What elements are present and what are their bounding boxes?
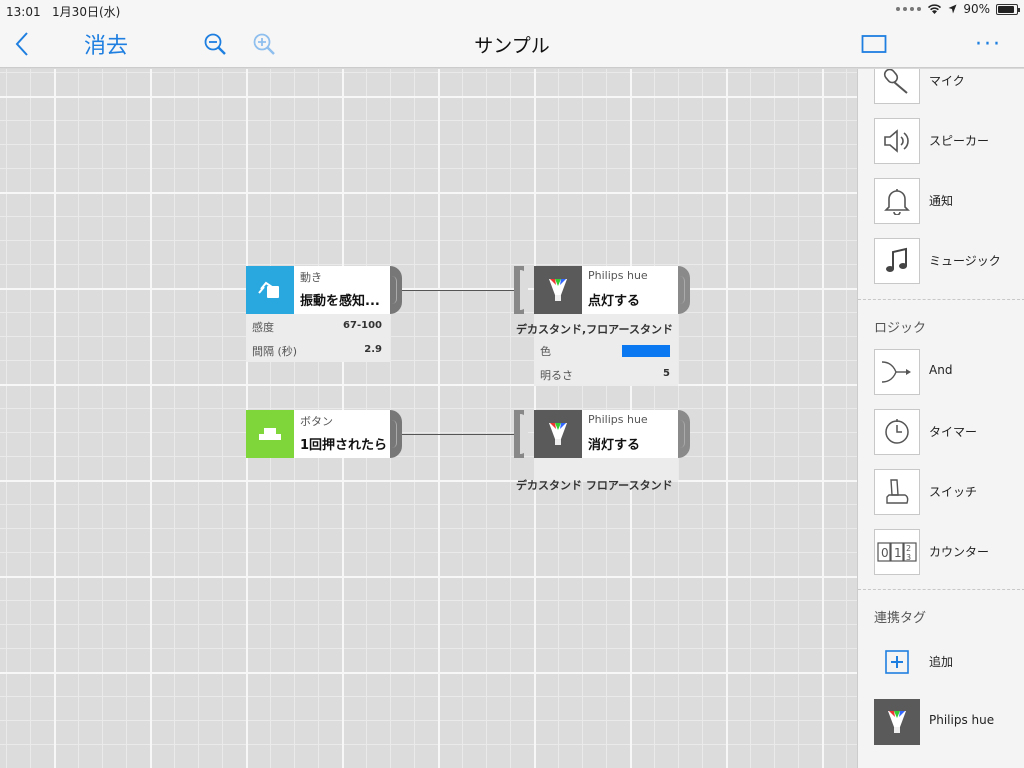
palette-item-label: スピーカー: [929, 134, 990, 148]
wifi-icon: [928, 4, 942, 14]
section-title-linked-tags: 連携タグ: [874, 611, 927, 626]
button-trigger-block[interactable]: ボタン 1回押されたら: [246, 410, 390, 458]
palette-item-label: 通知: [929, 194, 954, 208]
flow-canvas[interactable]: 動き 振動を感知... 感度 67-100 間隔 (秒) 2.9 Philips h…: [0, 69, 857, 768]
section-divider: [858, 299, 1024, 300]
zoom-out-button[interactable]: [203, 20, 227, 68]
palette-item-label: タイマー: [929, 425, 978, 439]
param-row: 色: [534, 338, 678, 362]
palette-item-and[interactable]: And: [858, 342, 1024, 402]
zoom-in-icon: [253, 33, 275, 55]
palette-item-counter[interactable]: 0123 カウンター: [858, 522, 1024, 582]
hue-on-action-block[interactable]: Philips hue 点灯する 色 明るさ 5: [534, 266, 678, 386]
status-time: 13:01 1月30日(水): [6, 5, 121, 19]
palette-item-timer[interactable]: タイマー: [858, 402, 1024, 462]
output-port[interactable]: [390, 410, 402, 458]
push-button-icon: [259, 428, 281, 440]
section-title-logic: ロジック: [874, 321, 927, 336]
switch-lever-icon: [886, 479, 909, 504]
device-label: デカスタンド,フロアースタンド: [516, 323, 673, 336]
palette-item-philips-hue[interactable]: Philips hue: [858, 692, 1024, 752]
palette-item-label: マイク: [929, 74, 965, 88]
location-arrow-icon: [948, 4, 957, 14]
block-palette-sidebar[interactable]: マイク スピーカー 通知 ミュージック ロジック And タイマー スイッチ 0…: [857, 69, 1024, 768]
svg-text:0: 0: [881, 546, 889, 560]
vibration-icon: [258, 281, 279, 298]
block-name: 点灯する: [588, 294, 641, 309]
device-label: デカスタンド フロアースタンド: [516, 479, 673, 492]
palette-item-label: Philips hue: [929, 713, 995, 727]
clear-button[interactable]: 消去: [84, 20, 128, 68]
add-tag-label: 追加: [929, 655, 954, 669]
hue-off-action-block[interactable]: Philips hue 消灯する: [534, 410, 678, 482]
param-row: 感度 67-100: [252, 320, 382, 334]
block-name: 振動を感知...: [300, 294, 380, 309]
connection-wire: [402, 434, 516, 435]
plus-square-icon: [885, 650, 909, 674]
connection-wire: [402, 290, 516, 291]
counter-icon: 0 1 23: [877, 542, 917, 562]
block-name: 消灯する: [588, 438, 641, 453]
add-tag-button[interactable]: 追加: [858, 632, 1024, 692]
output-port[interactable]: [390, 266, 402, 314]
motion-trigger-block[interactable]: 動き 振動を感知... 感度 67-100 間隔 (秒) 2.9: [246, 266, 390, 362]
view-toggle-button[interactable]: [861, 20, 887, 68]
palette-item-microphone[interactable]: マイク: [858, 69, 1024, 111]
palette-item-label: スイッチ: [929, 485, 978, 499]
chevron-left-icon: [15, 32, 28, 56]
param-row: 間隔 (秒) 2.9: [252, 344, 382, 358]
param-row: 明るさ 5: [540, 368, 670, 382]
palette-item-label: カウンター: [929, 545, 990, 559]
more-options-button[interactable]: ···: [975, 20, 1002, 68]
block-category: ボタン: [300, 415, 333, 428]
battery-percent: 90%: [963, 2, 990, 16]
section-divider: [858, 589, 1024, 590]
timer-icon: [885, 419, 909, 444]
color-swatch: [622, 345, 670, 357]
signal-dots-icon: [896, 7, 922, 11]
light-bulb-icon: [888, 711, 906, 733]
palette-item-notification[interactable]: 通知: [858, 171, 1024, 231]
palette-item-label: ミュージック: [929, 254, 1001, 268]
speaker-icon: [884, 129, 909, 153]
hue-block-icon: [534, 410, 582, 458]
palette-item-music[interactable]: ミュージック: [858, 231, 1024, 291]
battery-icon: [996, 3, 1020, 15]
back-button[interactable]: [14, 20, 30, 68]
block-category: Philips hue: [588, 413, 648, 426]
rectangle-view-icon: [861, 35, 887, 53]
zoom-out-icon: [204, 33, 226, 55]
svg-text:2: 2: [906, 544, 911, 553]
block-params: 感度 67-100 間隔 (秒) 2.9: [246, 314, 390, 362]
palette-item-label: And: [929, 363, 953, 377]
light-bulb-icon: [549, 279, 567, 301]
palette-item-speaker[interactable]: スピーカー: [858, 111, 1024, 171]
output-port[interactable]: [678, 410, 690, 458]
block-category: Philips hue: [588, 269, 648, 282]
and-merge-icon: [881, 361, 911, 383]
output-port[interactable]: [678, 266, 690, 314]
input-port[interactable]: [514, 266, 528, 314]
hue-block-icon: [534, 266, 582, 314]
block-name: 1回押されたら: [300, 438, 388, 453]
svg-text:3: 3: [906, 553, 911, 562]
navigation-bar: 消去 サンプル ···: [0, 20, 1024, 68]
music-note-icon: [886, 247, 907, 272]
svg-text:1: 1: [894, 546, 902, 560]
light-bulb-icon: [549, 423, 567, 445]
block-category: 動き: [300, 271, 322, 284]
bell-icon: [884, 189, 910, 215]
motion-block-icon: [246, 266, 294, 314]
input-port[interactable]: [514, 410, 528, 458]
palette-item-switch[interactable]: スイッチ: [858, 462, 1024, 522]
microphone-icon: [883, 69, 908, 94]
status-bar: 13:01 1月30日(水) 90%: [0, 0, 1024, 20]
zoom-in-button[interactable]: [252, 20, 276, 68]
button-block-icon: [246, 410, 294, 458]
